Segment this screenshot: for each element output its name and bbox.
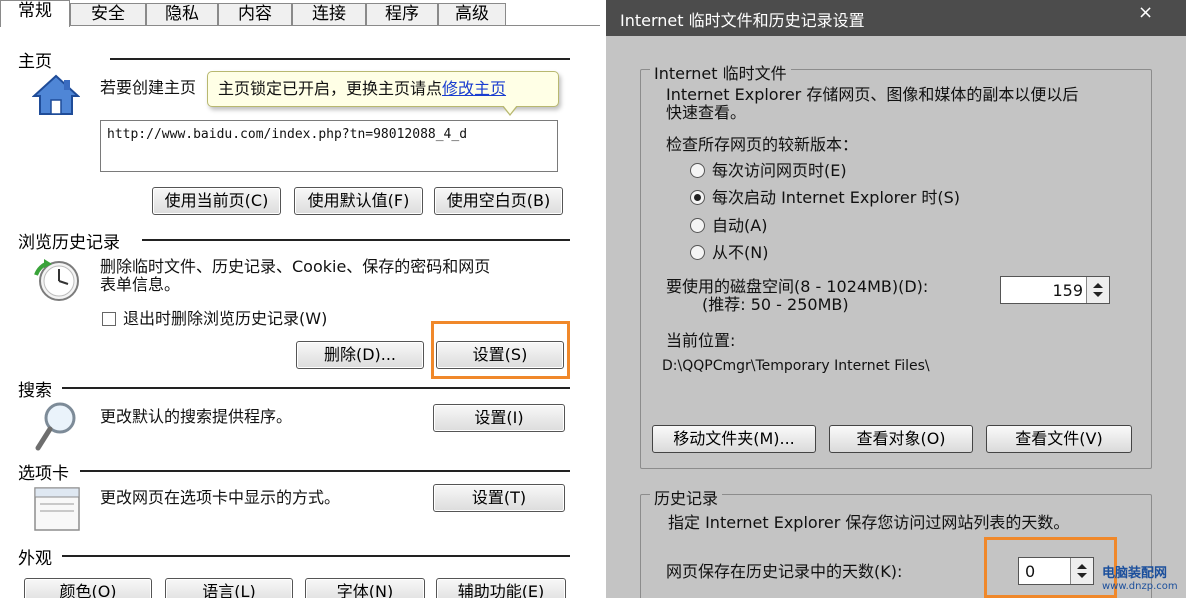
history-description-line1: 删除临时文件、历史记录、Cookie、保存的密码和网页	[100, 257, 491, 276]
temp-files-group	[640, 69, 1152, 469]
tab-programs[interactable]: 程序	[366, 3, 438, 25]
disk-space-spinner[interactable]: 159	[1000, 276, 1110, 304]
homepage-url-field[interactable]: http://www.baidu.com/index.php?tn=980120…	[100, 120, 558, 172]
use-default-button[interactable]: 使用默认值(F)	[294, 187, 423, 215]
temp-files-settings-dialog: Internet 临时文件和历史记录设置 × Internet 临时文件 Int…	[606, 0, 1186, 598]
dialog-titlebar: Internet 临时文件和历史记录设置 ×	[606, 0, 1186, 36]
delete-on-exit-label: 退出时删除浏览历史记录(W)	[123, 309, 328, 328]
tabbed-window-icon	[34, 484, 80, 532]
tab-strip: 常规 安全 隐私 内容 连接 程序 高级	[0, 0, 600, 27]
search-settings-button[interactable]: 设置(I)	[433, 404, 565, 432]
tabs-description: 更改网页在选项卡中显示的方式。	[100, 488, 341, 507]
home-description: 若要创建主页	[100, 78, 197, 97]
tabs-section-rule	[80, 470, 570, 472]
disk-space-hint: (推荐: 50 - 250MB)	[702, 295, 849, 314]
current-location-label: 当前位置:	[666, 331, 736, 350]
tab-security[interactable]: 安全	[70, 3, 146, 25]
view-files-button[interactable]: 查看文件(V)	[986, 425, 1132, 453]
history-section-title: 浏览历史记录	[18, 233, 120, 253]
tab-connections[interactable]: 连接	[292, 3, 366, 25]
search-section-rule	[62, 387, 570, 389]
appearance-section-rule	[62, 555, 570, 557]
colors-button[interactable]: 颜色(O)	[24, 578, 152, 598]
home-icon	[31, 74, 81, 116]
check-version-label: 检查所存网页的较新版本：	[666, 135, 859, 154]
use-blank-button[interactable]: 使用空白页(B)	[434, 187, 563, 215]
history-days-description: 指定 Internet Explorer 保存您访问过网站列表的天数。	[668, 513, 1070, 532]
home-section-rule	[110, 58, 570, 60]
settings-highlight-box	[431, 321, 570, 379]
watermark-line1: 电脑装配网	[1102, 566, 1168, 581]
close-icon[interactable]: ×	[1138, 2, 1153, 23]
radio-every-visit-label: 每次访问网页时(E)	[712, 161, 847, 180]
fonts-button[interactable]: 字体(N)	[305, 578, 425, 598]
history-clock-icon	[32, 257, 82, 303]
delete-history-button[interactable]: 删除(D)...	[296, 341, 424, 369]
radio-every-start[interactable]	[690, 190, 705, 205]
temp-description-line1: Internet Explorer 存储网页、图像和媒体的副本以便以后	[666, 85, 1079, 104]
radio-every-visit[interactable]	[690, 163, 705, 178]
tab-content[interactable]: 内容	[218, 3, 292, 25]
radio-automatic-label: 自动(A)	[712, 216, 768, 235]
tooltip-text: 主页锁定已开启，更换主页请点	[218, 79, 443, 98]
view-objects-button[interactable]: 查看对象(O)	[829, 425, 973, 453]
search-description: 更改默认的搜索提供程序。	[100, 407, 293, 426]
radio-never[interactable]	[690, 245, 705, 260]
tab-underline	[70, 25, 600, 26]
tab-privacy[interactable]: 隐私	[146, 3, 218, 25]
watermark-line2: www.dnzp.com	[1102, 581, 1178, 592]
accessibility-button[interactable]: 辅助功能(E)	[436, 578, 566, 598]
history-days-legend: 历史记录	[650, 485, 723, 509]
tabs-section-title: 选项卡	[18, 464, 69, 484]
radio-never-label: 从不(N)	[712, 243, 769, 262]
tab-advanced[interactable]: 高级	[438, 3, 506, 25]
search-section-title: 搜索	[18, 381, 52, 401]
homepage-lock-tooltip: 主页锁定已开启，更换主页请点修改主页	[207, 71, 559, 107]
homepage-url-text: http://www.baidu.com/index.php?tn=980120…	[107, 127, 468, 142]
languages-button[interactable]: 语言(L)	[165, 578, 293, 598]
disk-space-label: 要使用的磁盘空间(8 - 1024MB)(D):	[666, 277, 929, 296]
site-watermark: 电脑装配网 www.dnzp.com	[1102, 562, 1178, 592]
temp-description-line2: 快速查看。	[666, 103, 747, 122]
history-section-rule	[142, 239, 570, 241]
history-days-highlight-box	[984, 537, 1117, 598]
radio-automatic[interactable]	[690, 218, 705, 233]
home-section-title: 主页	[18, 52, 52, 72]
move-folder-button[interactable]: 移动文件夹(M)...	[652, 425, 816, 453]
tooltip-pointer	[502, 105, 518, 116]
tabs-settings-button[interactable]: 设置(T)	[433, 484, 565, 512]
change-homepage-link[interactable]: 修改主页	[442, 79, 506, 98]
history-description-line2: 表单信息。	[100, 275, 181, 294]
disk-space-value: 159	[1052, 281, 1083, 300]
radio-every-start-label: 每次启动 Internet Explorer 时(S)	[712, 188, 961, 207]
history-days-label: 网页保存在历史记录中的天数(K):	[666, 562, 903, 581]
search-magnifier-icon	[34, 400, 80, 452]
delete-on-exit-checkbox[interactable]	[102, 312, 116, 326]
disk-space-spin-arrows[interactable]	[1086, 277, 1109, 303]
current-location-path: D:\QQPCmgr\Temporary Internet Files\	[662, 358, 930, 374]
use-current-button[interactable]: 使用当前页(C)	[152, 187, 281, 215]
temp-files-legend: Internet 临时文件	[650, 60, 791, 84]
internet-options-panel: 常规 安全 隐私 内容 连接 程序 高级 主页 若要创建主页 http://ww…	[0, 0, 600, 598]
tab-general[interactable]: 常规	[0, 0, 70, 27]
dialog-title: Internet 临时文件和历史记录设置	[620, 11, 865, 30]
appearance-section-title: 外观	[18, 549, 52, 569]
